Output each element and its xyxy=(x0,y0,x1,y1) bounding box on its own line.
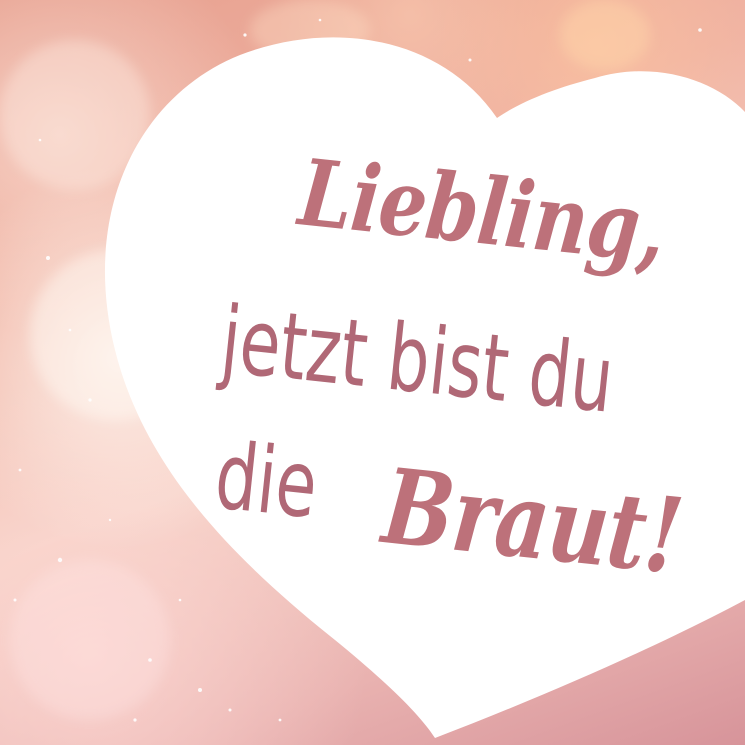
greeting-line-die: die xyxy=(210,422,323,540)
bokeh-background: Liebling, jetzt bist du die Braut! xyxy=(0,0,745,745)
